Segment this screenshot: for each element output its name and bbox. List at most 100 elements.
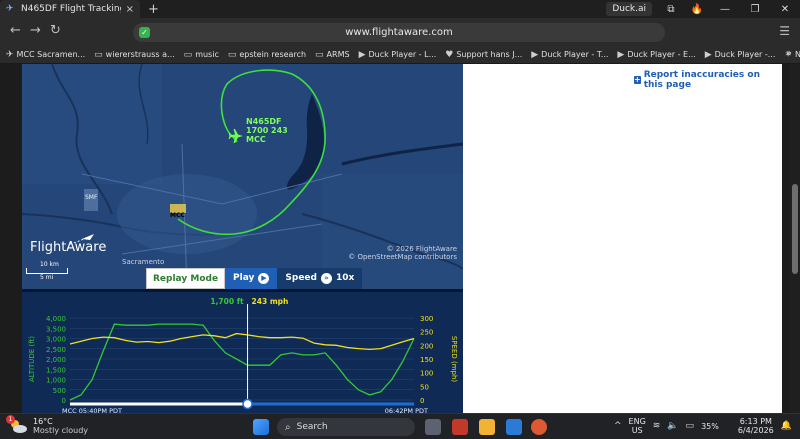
- folder-icon: ▭: [227, 49, 237, 60]
- app-icon-red[interactable]: [452, 419, 468, 435]
- system-tray: ^ ENG US ≋ 🔈 ▭ 35% 6:13 PM 6/4/2026 🔔: [614, 417, 792, 435]
- play-icon: ▶: [531, 49, 539, 60]
- timeline-knob[interactable]: [242, 398, 253, 410]
- wifi-icon[interactable]: ≋: [653, 421, 661, 431]
- bookmark-item[interactable]: ▭ wiererstrauss a...: [94, 50, 175, 60]
- language-indicator[interactable]: ENG US: [629, 417, 646, 435]
- bookmark-item[interactable]: ▶ Duck Player -...: [705, 50, 776, 60]
- flightaware-logo: FlightAware: [30, 240, 107, 255]
- bookmark-label: epstein research: [239, 50, 307, 59]
- screen: ✈ N465DF Flight Tracking and × + Duck.ai…: [0, 0, 800, 439]
- bookmark-item[interactable]: ▶ Duck Player - E...: [617, 50, 695, 60]
- y-left-tick-label: 1,500: [46, 366, 66, 374]
- browser-tab[interactable]: ✈ N465DF Flight Tracking and ×: [0, 0, 140, 18]
- bookmark-item[interactable]: ▭ ARMS: [315, 50, 350, 60]
- play-icon: ▶: [704, 49, 712, 60]
- search-icon: ⌕: [285, 421, 291, 433]
- play-icon: ▶: [258, 273, 270, 284]
- report-link-label: Report inaccuracies on this page: [643, 70, 760, 90]
- notification-icon[interactable]: 🔔: [781, 421, 792, 431]
- altitude-speed-chart[interactable]: 0 500 1,000 1,500 2,000 2,500 3,000 3,500 4,000 0…: [22, 289, 463, 415]
- clock[interactable]: 6:13 PM 6/4/2026: [738, 417, 774, 435]
- chevron-up-icon[interactable]: ^: [614, 421, 622, 431]
- tab-overview-icon[interactable]: ⧉: [658, 4, 684, 15]
- more-bookmarks-icon[interactable]: »: [786, 48, 792, 59]
- scrollbar-thumb[interactable]: [792, 184, 798, 274]
- cloudy-weather-icon: 1: [6, 415, 28, 435]
- bookmark-item[interactable]: ▭ music: [184, 50, 219, 60]
- speed-button[interactable]: Speed » 10x: [277, 268, 363, 289]
- fire-icon[interactable]: 🔥: [684, 4, 710, 15]
- new-tab-icon[interactable]: +: [148, 2, 159, 17]
- fast-forward-icon: »: [320, 273, 332, 284]
- privacy-shield-icon[interactable]: ✓: [139, 27, 150, 38]
- close-window-icon[interactable]: ✕: [770, 4, 800, 15]
- page-scrollbar[interactable]: [790, 64, 800, 413]
- address-bar[interactable]: ✓ www.flightaware.com: [133, 23, 665, 42]
- play-button[interactable]: Play ▶: [225, 268, 278, 289]
- back-icon[interactable]: ←: [10, 23, 21, 38]
- close-tab-icon[interactable]: ×: [126, 4, 134, 15]
- volume-icon[interactable]: 🔈: [667, 421, 678, 431]
- taskbar-search[interactable]: ⌕ Search: [277, 418, 415, 436]
- y-left-tick-label: 4,000: [46, 315, 66, 323]
- bookmark-item[interactable]: ▭ epstein research: [228, 50, 306, 60]
- menu-icon[interactable]: ☰: [779, 24, 790, 38]
- bookmark-item[interactable]: ▶ Duck Player - L...: [359, 50, 437, 60]
- airport-label-mcc[interactable]: MCC: [170, 212, 185, 219]
- search-label: Search: [296, 422, 328, 432]
- weather-temp: 16°C: [33, 417, 53, 426]
- lang-line2: US: [631, 426, 643, 435]
- report-inaccuracies-link[interactable]: + Report inaccuracies on this page: [634, 70, 782, 90]
- clock-time: 6:13 PM: [739, 417, 772, 426]
- y-right-tick-label: 100: [420, 370, 433, 378]
- duck-ai-button[interactable]: Duck.ai: [606, 2, 652, 16]
- replay-controls: Replay Mode Play ▶ Speed » 10x: [146, 268, 363, 289]
- battery-percent: 35%: [701, 421, 719, 431]
- tab-title: N465DF Flight Tracking and: [21, 4, 121, 14]
- support-icon: ♥: [445, 49, 454, 60]
- browser-titlebar: ✈ N465DF Flight Tracking and × + Duck.ai…: [0, 0, 800, 18]
- copyright-osm[interactable]: © OpenStreetMap contributors: [348, 253, 457, 261]
- weather-text: 16°C Mostly cloudy: [33, 417, 88, 435]
- reload-icon[interactable]: ↻: [50, 23, 61, 38]
- bookmark-label: New Mexico at...: [794, 50, 800, 59]
- minimize-icon[interactable]: —: [710, 4, 740, 15]
- y-left-tick-label: 2,500: [46, 346, 66, 354]
- windows-start-icon[interactable]: [253, 419, 269, 435]
- weather-badge: 1: [6, 415, 15, 424]
- page-content: + Report inaccuracies on this page N465D…: [22, 64, 782, 415]
- speed-label: Speed: [285, 273, 317, 283]
- city-label: Sacramento: [122, 258, 165, 266]
- duckduckgo-icon[interactable]: [531, 419, 547, 435]
- address-row: ← → ↻ ✓ www.flightaware.com ☰: [0, 18, 800, 46]
- forward-icon[interactable]: →: [30, 23, 41, 38]
- y-right-tick-label: 200: [420, 342, 433, 350]
- task-view-icon[interactable]: [425, 419, 441, 435]
- flight-map[interactable]: N465DF 1700 243 MCC MCC SMF Sacramento F…: [22, 64, 463, 289]
- maximize-icon[interactable]: ❐: [740, 4, 770, 15]
- bookmark-item[interactable]: ♥ Support hans J...: [445, 50, 522, 60]
- plus-icon: +: [634, 75, 641, 84]
- y-right-axis-label: SPEED (mph): [450, 336, 458, 383]
- weather-widget[interactable]: 1 16°C Mostly cloudy: [6, 415, 88, 435]
- folder-icon: ▭: [183, 49, 193, 60]
- app-icon-blue[interactable]: [506, 419, 522, 435]
- y-left-tick-label: 3,500: [46, 325, 66, 333]
- bookmark-item[interactable]: ▶ Duck Player - T...: [531, 50, 608, 60]
- series-line-speed: [69, 332, 415, 351]
- airport-label-smf[interactable]: SMF: [85, 194, 97, 201]
- bookmarks-bar: ✈ MCC Sacramen... ▭ wiererstrauss a... ▭ musi…: [0, 46, 800, 64]
- bookmark-label: Duck Player - T...: [541, 50, 609, 59]
- aircraft-label-dest: MCC: [246, 135, 266, 144]
- y-left-tick-label: 1,000: [46, 377, 66, 385]
- scale-km-label: 10 km: [40, 261, 59, 268]
- map-scale: 10 km 5 mi: [26, 261, 68, 281]
- bookmark-label: ARMS: [326, 50, 350, 59]
- file-explorer-icon[interactable]: [479, 419, 495, 435]
- chart-svg: 0 500 1,000 1,500 2,000 2,500 3,000 3,500 4,000 0…: [28, 297, 458, 415]
- battery-icon[interactable]: ▭: [686, 421, 695, 431]
- y-right-tick-label: 150: [420, 356, 433, 364]
- y-left-tick-label: 2,000: [46, 356, 66, 364]
- bookmark-item[interactable]: ✈ MCC Sacramen...: [6, 50, 85, 60]
